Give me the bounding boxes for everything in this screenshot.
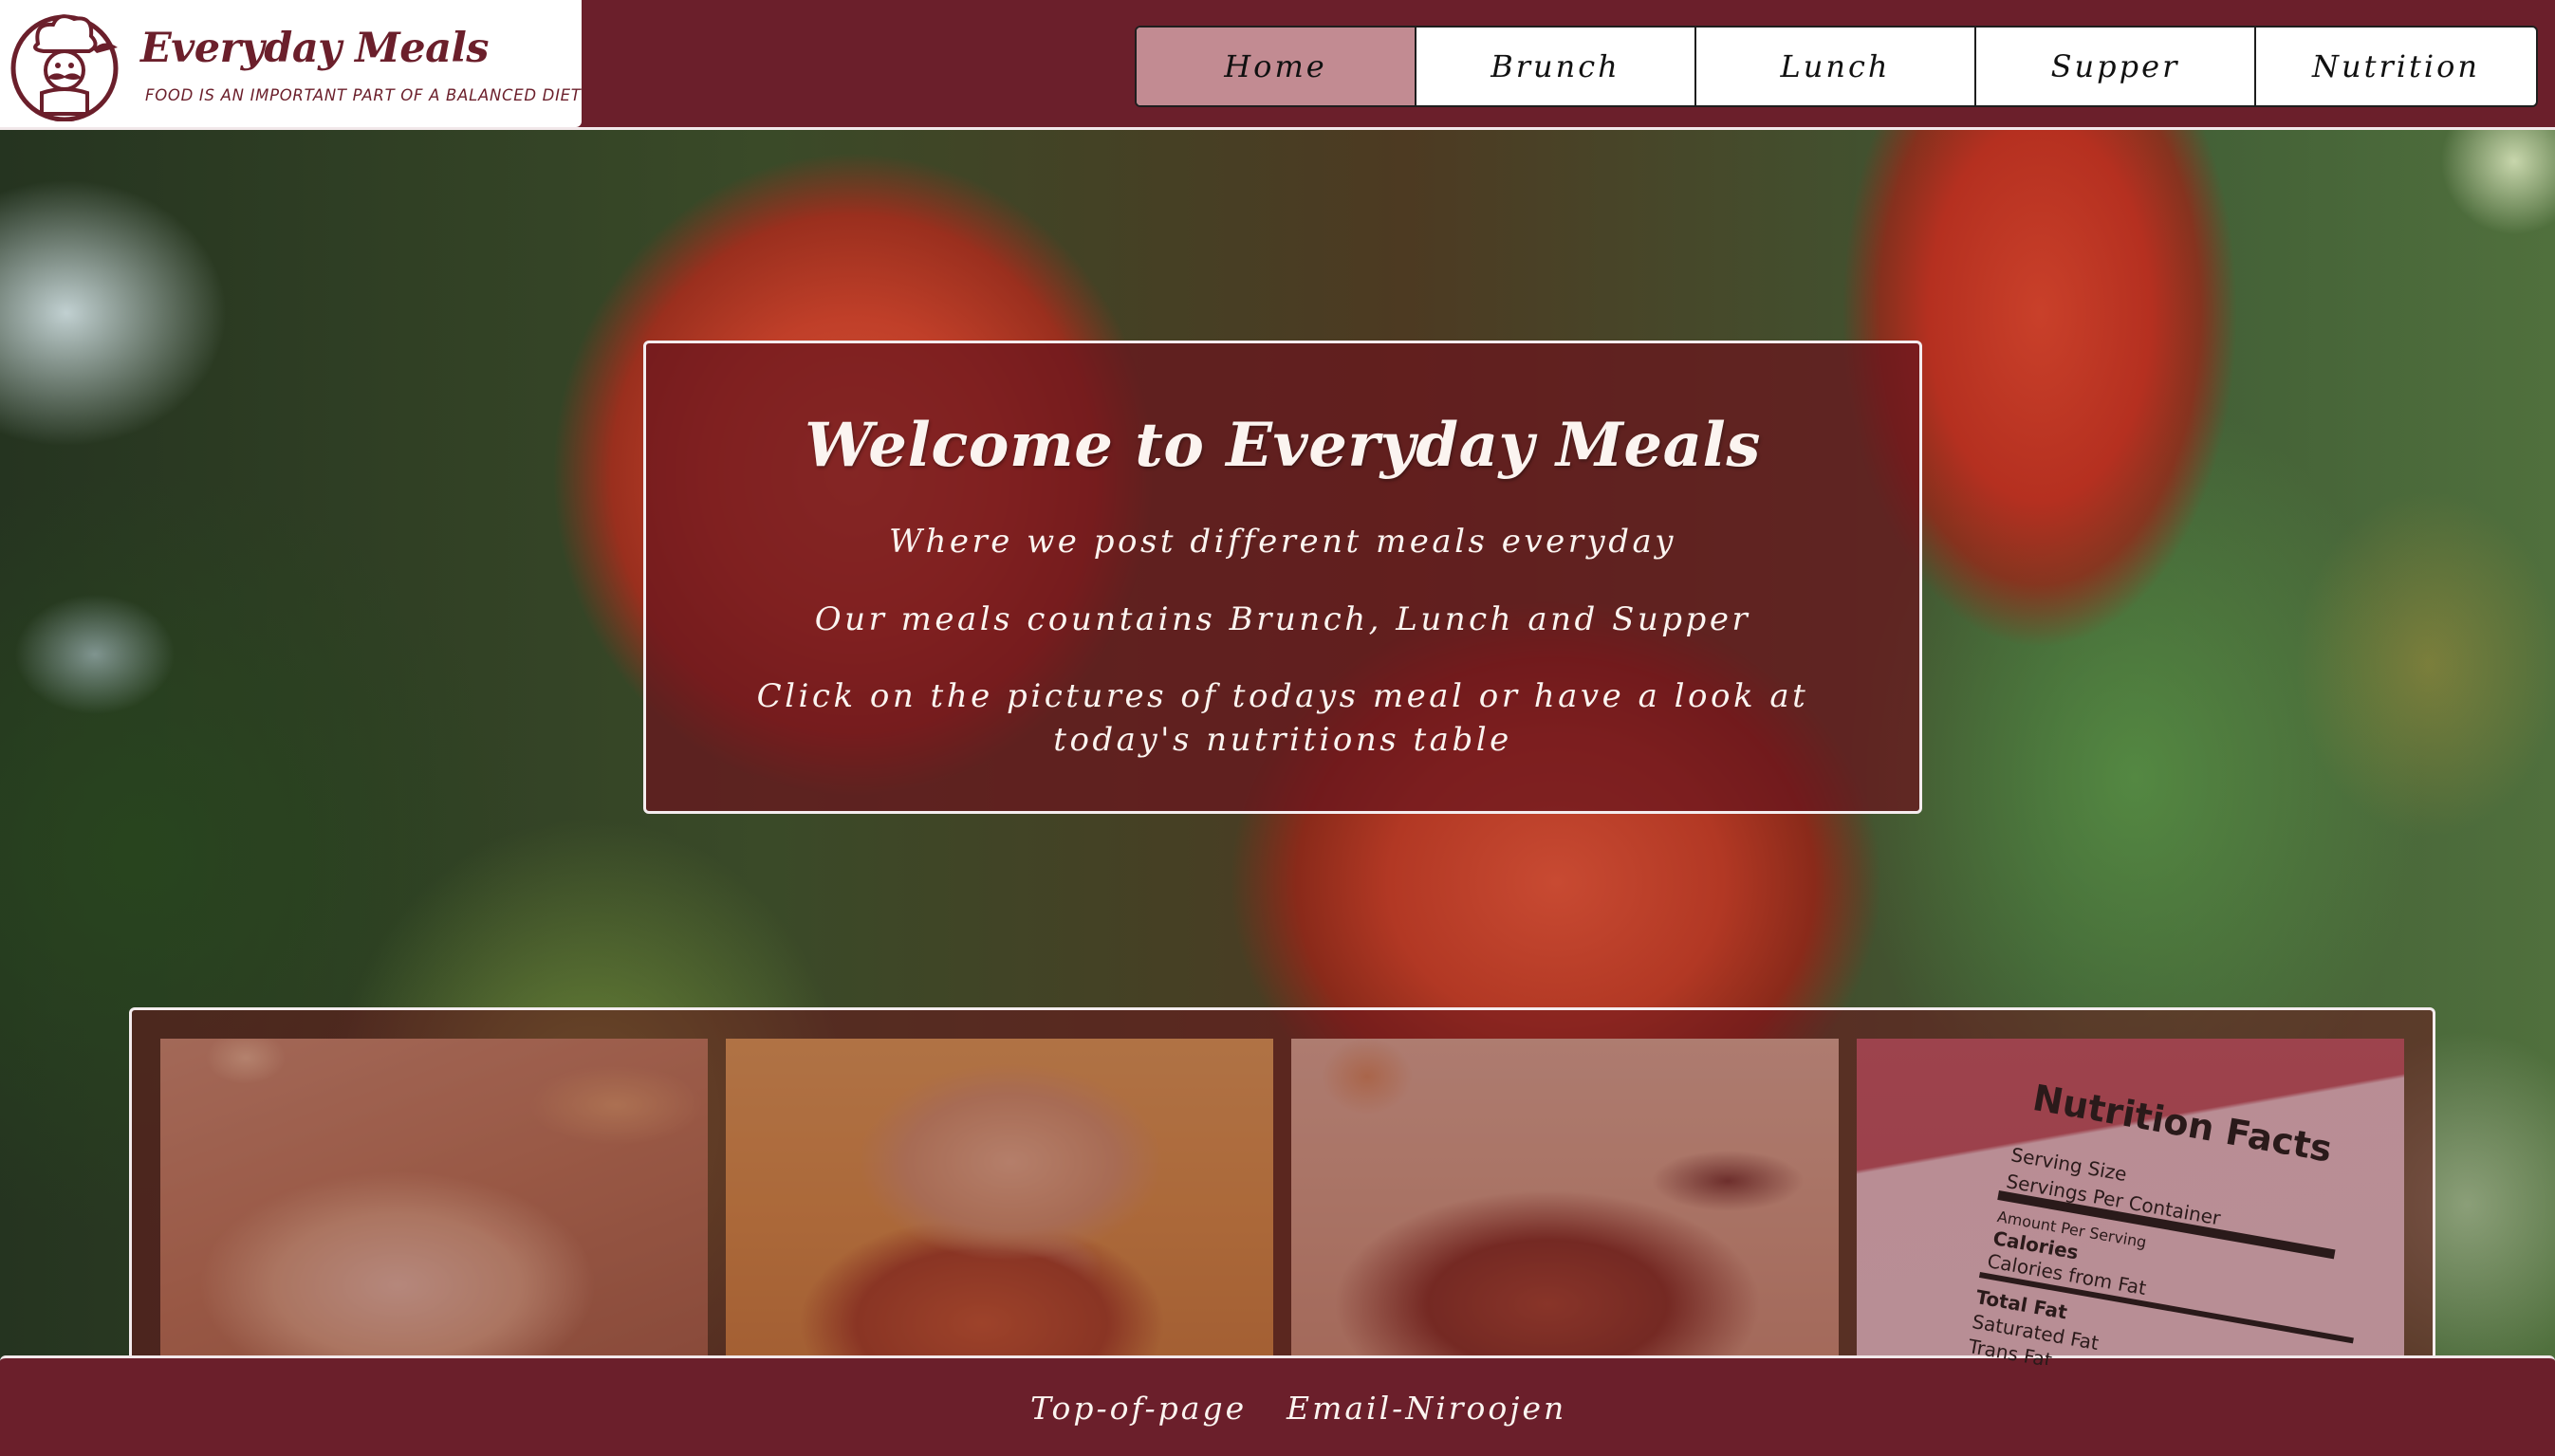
welcome-line-1: Where we post different meals everyday <box>889 523 1676 561</box>
email-link[interactable]: Email-Niroojen <box>1287 1390 1566 1427</box>
nav-nutrition[interactable]: Nutrition <box>2256 28 2536 105</box>
nav-lunch[interactable]: Lunch <box>1696 28 1976 105</box>
welcome-panel: Welcome to Everyday Meals Where we post … <box>643 341 1922 814</box>
lunch-picture[interactable] <box>726 1039 1273 1365</box>
welcome-line-2: Our meals countains Brunch, Lunch and Su… <box>814 600 1751 638</box>
nav-supper[interactable]: Supper <box>1976 28 2256 105</box>
site-footer: Top-of-page Email-Niroojen <box>0 1355 2555 1456</box>
brand-name: Everyday Meals <box>140 25 490 72</box>
site-header: Everyday Meals FOOD IS AN IMPORTANT PART… <box>0 0 2555 130</box>
brunch-picture[interactable] <box>160 1039 708 1365</box>
welcome-title: Welcome to Everyday Meals <box>805 410 1761 481</box>
supper-picture[interactable] <box>1291 1039 1839 1365</box>
nav-home[interactable]: Home <box>1137 28 1416 105</box>
main-nav: Home Brunch Lunch Supper Nutrition <box>1135 26 2538 107</box>
logo[interactable]: Everyday Meals FOOD IS AN IMPORTANT PART… <box>0 0 582 127</box>
brand-tagline: FOOD IS AN IMPORTANT PART OF A BALANCED … <box>145 86 582 104</box>
top-of-page-link[interactable]: Top-of-page <box>1030 1390 1247 1427</box>
chef-icon <box>10 14 119 121</box>
nav-brunch[interactable]: Brunch <box>1416 28 1696 105</box>
nutrition-picture[interactable]: Nutrition Facts Serving Size Servings Pe… <box>1857 1039 2404 1365</box>
meal-gallery: Nutrition Facts Serving Size Servings Pe… <box>129 1007 2435 1368</box>
welcome-line-3: Click on the pictures of todays meal or … <box>756 677 1809 759</box>
